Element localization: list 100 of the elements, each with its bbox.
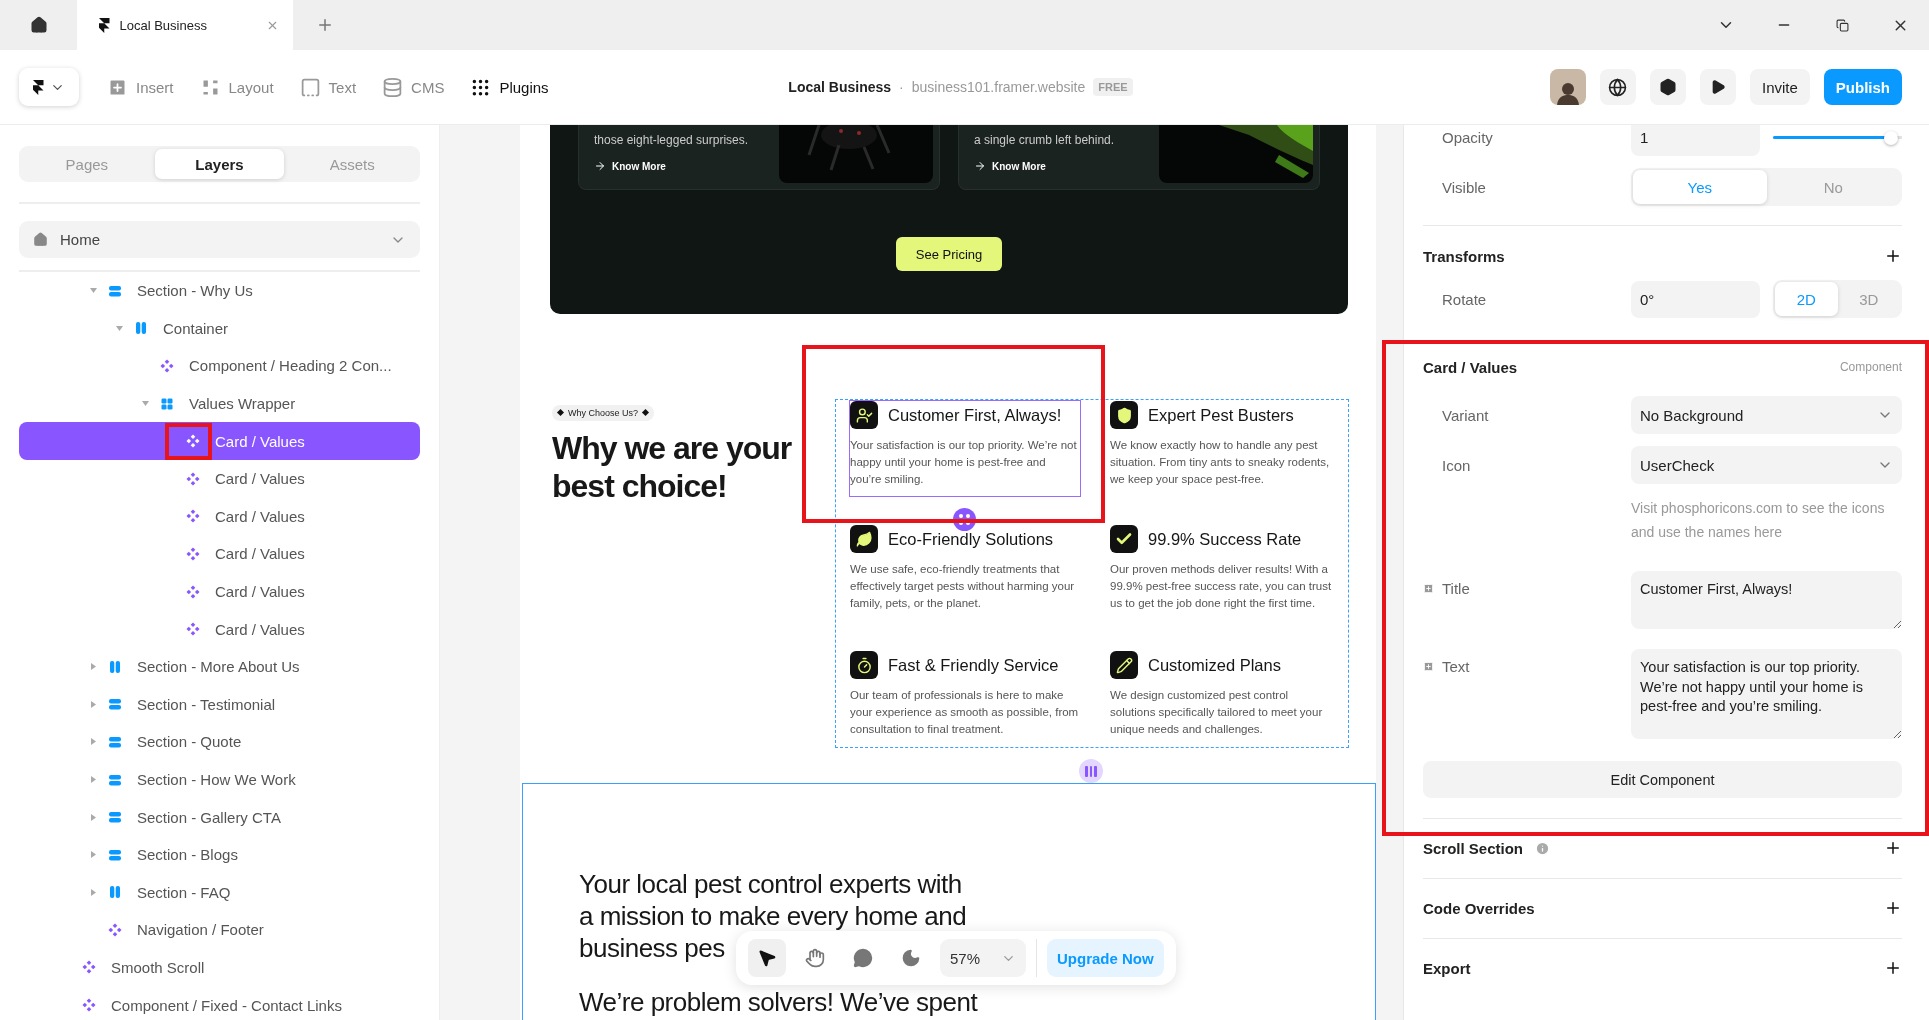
property-label: Icon	[1441, 456, 1472, 474]
rotate-field[interactable]: 0°	[1631, 280, 1760, 318]
caret-down-icon[interactable]	[115, 325, 123, 331]
hand-icon	[805, 948, 825, 968]
layer-item[interactable]: Values Wrapper	[19, 384, 420, 423]
caret-right-icon[interactable]	[90, 813, 96, 821]
layer-item[interactable]: Section - Why Us	[19, 272, 420, 310]
columns-icon	[108, 659, 122, 674]
layer-item[interactable]: Container	[19, 309, 420, 348]
zoom-dropdown[interactable]: 57%	[940, 939, 1026, 977]
layer-item[interactable]: Component / Fixed - Contact Links	[19, 986, 420, 1020]
component-icon	[186, 509, 200, 524]
toolbar-button[interactable]: Text	[299, 76, 357, 98]
add-button[interactable]	[1884, 839, 1902, 857]
value-title: Fast & Friendly Service	[888, 655, 1059, 675]
toolbar-button[interactable]: Insert	[107, 76, 174, 98]
layer-item[interactable]: Section - Gallery CTA	[19, 798, 420, 836]
layer-item[interactable]: Card / Values	[19, 572, 420, 611]
value-card[interactable]: Expert Pest Busters We know exactly how to handle any pest situation. From tiny ants to sneaky rodents, we keep your space pest-free.	[1109, 400, 1336, 489]
layer-item[interactable]: Section - Blogs	[19, 835, 420, 874]
caret-right-icon[interactable]	[90, 851, 96, 859]
intro-text: We’re problem solvers! We’ve spent	[579, 986, 978, 1018]
section-heading: Why we are your best choice!	[552, 428, 793, 505]
value-card[interactable]: 99.9% Success Rate Our proven methods deliver results! With a 99.9% pest-free success rate, you can trust us to get the job done right the first time.	[1109, 524, 1336, 613]
invite-button[interactable]: Invite	[1749, 69, 1810, 105]
menu-button[interactable]	[19, 68, 79, 106]
value-card[interactable]: Customized Plans We design customized pest control solutions specifically tailored to meet your unique needs and challenges.	[1109, 650, 1336, 739]
layer-item[interactable]: Card / Values	[19, 459, 420, 498]
toolbar-button[interactable]: CMS	[382, 76, 445, 98]
text-field[interactable]: Your satisfaction is our top priority. We’re not happy until your home is pest-free and you’re smiling.	[1631, 649, 1902, 739]
text-icon	[299, 76, 321, 98]
resize-handle[interactable]	[1079, 759, 1103, 783]
section-title: Scroll Section	[1423, 839, 1524, 857]
settings-button[interactable]	[1649, 69, 1686, 105]
caret-right-icon[interactable]	[90, 776, 96, 783]
panel-tab[interactable]: Layers	[154, 149, 285, 179]
know-more-link[interactable]: Know More	[594, 160, 666, 172]
separator: ·	[899, 79, 904, 95]
layer-item[interactable]: Section - Testimonial	[19, 685, 420, 724]
value-text: Your satisfaction is our top priority. We’re not happy until your home is pest-free and you’re smiling.	[850, 438, 1078, 487]
caret-down-icon[interactable]	[141, 401, 149, 407]
value-card[interactable]: Eco-Friendly Solutions We use safe, eco-friendly treatments that effectively target pests without harming your family, pets, or the planet.	[849, 524, 1109, 613]
layer-item[interactable]: Card / Values	[19, 610, 420, 648]
property-label: Rotate	[1441, 290, 1488, 308]
stack-icon	[108, 283, 122, 298]
add-button[interactable]	[1884, 959, 1902, 977]
shield-icon	[1115, 406, 1133, 424]
layer-item[interactable]: Component / Heading 2 Con...	[19, 347, 420, 385]
framer-logo	[33, 79, 44, 95]
property-label: Visible	[1441, 178, 1487, 196]
toolbar-button[interactable]: Plugins	[470, 76, 549, 98]
highlight-frame	[165, 423, 212, 460]
layer-item[interactable]: Card / Values	[19, 535, 420, 573]
value-text: Our team of professionals is here to make your experience as smooth as possible, from consultation to final treatment.	[850, 688, 1080, 737]
comment-icon	[853, 948, 873, 968]
restore-icon[interactable]	[1835, 18, 1849, 32]
home-icon[interactable]	[29, 16, 48, 34]
page-dropdown[interactable]: Home	[19, 221, 420, 258]
layer-item[interactable]: Card / Values	[19, 497, 420, 536]
layer-item[interactable]: Card / Values	[19, 422, 420, 460]
variant-dropdown[interactable]: No Background	[1631, 396, 1902, 434]
leaf-icon	[855, 530, 873, 548]
icon-dropdown[interactable]: UserCheck	[1631, 446, 1902, 484]
title-field[interactable]: Customer First, Always!	[1631, 571, 1902, 629]
service-text: a single crumb left behind.	[974, 133, 1115, 147]
globe-icon	[1608, 77, 1628, 97]
info-icon[interactable]	[1535, 840, 1551, 856]
layer-item[interactable]: Section - More About Us	[19, 647, 420, 686]
value-title: Eco-Friendly Solutions	[888, 529, 1054, 549]
caret-right-icon[interactable]	[90, 700, 96, 708]
avatar[interactable]	[1549, 69, 1586, 105]
preview-button[interactable]	[1699, 69, 1736, 105]
layer-item[interactable]: Navigation / Footer	[19, 911, 420, 949]
edit-component-button[interactable]: Edit Component	[1423, 761, 1902, 798]
add-button[interactable]	[1884, 899, 1902, 917]
database-icon	[382, 76, 404, 98]
section-title: Export	[1423, 959, 1471, 977]
canvas-tool[interactable]	[748, 939, 786, 977]
layer-item[interactable]: Section - FAQ	[19, 873, 420, 912]
add-button[interactable]	[1884, 247, 1902, 265]
caret-down-icon[interactable]	[89, 288, 97, 294]
stack-icon	[108, 810, 122, 825]
see-pricing-button[interactable]: See Pricing	[895, 237, 1003, 271]
layer-item[interactable]: Smooth Scroll	[19, 948, 420, 987]
caret-right-icon[interactable]	[90, 663, 96, 671]
caret-right-icon[interactable]	[90, 888, 96, 896]
toolbar-button[interactable]: Layout	[199, 76, 274, 98]
layer-item[interactable]: Section - How We Work	[19, 760, 420, 799]
value-card[interactable]: Fast & Friendly Service Our team of professionals is here to make your experience as smooth as possible, from consultation to final treatment.	[849, 650, 1109, 739]
new-tab-icon[interactable]	[316, 16, 334, 34]
layer-item[interactable]: Section - Quote	[19, 723, 420, 761]
value-title: 99.9% Success Rate	[1148, 529, 1302, 549]
caret-right-icon[interactable]	[90, 738, 96, 746]
intro-text: business pes	[579, 932, 725, 964]
value-text: We use safe, eco-friendly treatments that effectively target pests without harming your family, pets, or the planet.	[850, 562, 1076, 611]
globe-button[interactable]	[1599, 69, 1636, 105]
know-more-link[interactable]: Know More	[974, 160, 1046, 172]
browser-tab[interactable]: Local Business	[77, 0, 293, 50]
project-name: Local Business	[788, 79, 892, 95]
opacity-field[interactable]: 1	[1631, 125, 1760, 156]
